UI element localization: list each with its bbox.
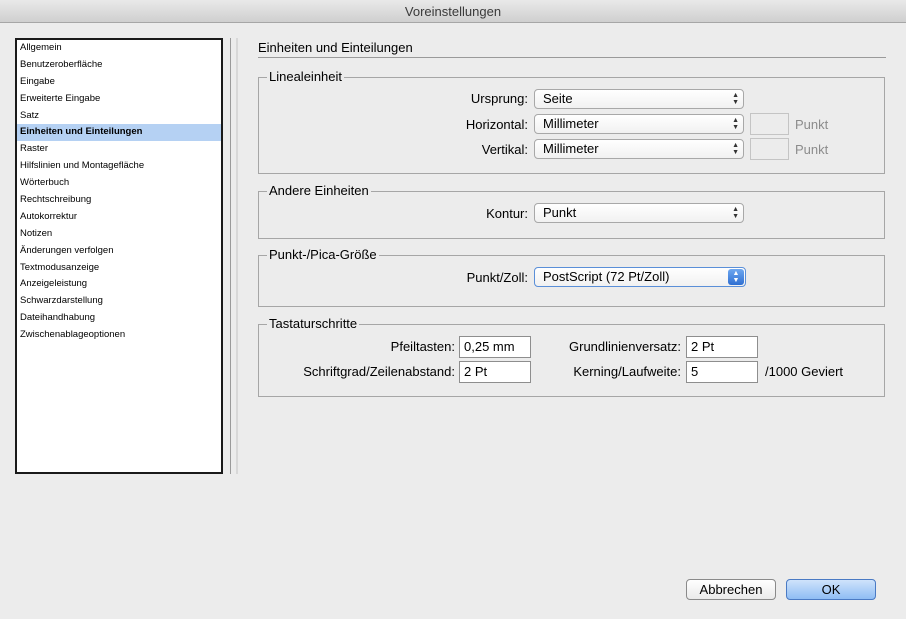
sidebar-item-schwarzdarstellung[interactable]: Schwarzdarstellung — [17, 293, 221, 310]
sidebar-item-hilfslinien[interactable]: Hilfslinien und Montagefläche — [17, 158, 221, 175]
kerning-label: Kerning/Laufweite: — [573, 364, 681, 379]
sidebar-item-raster[interactable]: Raster — [17, 141, 221, 158]
horizontal-select-value: Millimeter — [543, 116, 599, 131]
ursprung-label: Ursprung: — [470, 91, 528, 106]
page-title: Einheiten und Einteilungen — [258, 40, 413, 55]
andere-einheiten-legend: Andere Einheiten — [267, 183, 371, 199]
sidebar-item-satz[interactable]: Satz — [17, 108, 221, 125]
pfeiltasten-field[interactable]: 0,25 mm — [459, 336, 531, 358]
horizontal-label: Horizontal: — [465, 117, 528, 132]
ursprung-select[interactable]: Seite ▲ ▼ — [534, 89, 744, 109]
horizontal-unit-label: Punkt — [795, 117, 829, 132]
sidebar-item-textmodusanzeige[interactable]: Textmodusanzeige — [17, 260, 221, 277]
punkt-zoll-select-value: PostScript (72 Pt/Zoll) — [543, 269, 670, 284]
punkt-zoll-select[interactable]: PostScript (72 Pt/Zoll) ▲ ▼ — [534, 267, 746, 287]
updown-arrows-icon: ▲ ▼ — [728, 269, 744, 285]
vertikal-points-field — [750, 138, 789, 160]
sidebar-item-dateihandhabung[interactable]: Dateihandhabung — [17, 310, 221, 327]
grundlinienversatz-field[interactable]: 2 Pt — [686, 336, 758, 358]
sidebar-item-eingabe[interactable]: Eingabe — [17, 74, 221, 91]
vertikal-unit-label: Punkt — [795, 142, 829, 157]
sidebar-item-autokorrektur[interactable]: Autokorrektur — [17, 209, 221, 226]
linealeinheit-legend: Linealeinheit — [267, 69, 345, 85]
sidebar-item-notizen[interactable]: Notizen — [17, 226, 221, 243]
punkt-pica-legend: Punkt-/Pica-Größe — [267, 247, 379, 263]
ok-button[interactable]: OK — [786, 579, 876, 600]
title-divider — [258, 57, 886, 58]
sidebar-item-zwischenablage[interactable]: Zwischenablageoptionen — [17, 327, 221, 344]
updown-arrows-icon: ▲ ▼ — [732, 117, 739, 131]
tastaturschritte-group: Tastaturschritte — [258, 316, 885, 397]
window-title: Voreinstellungen — [0, 0, 906, 23]
horizontal-select[interactable]: Millimeter ▲ ▼ — [534, 114, 744, 134]
sidebar-item-anzeigeleistung[interactable]: Anzeigeleistung — [17, 276, 221, 293]
pfeiltasten-label: Pfeiltasten: — [390, 339, 455, 354]
updown-arrows-icon: ▲ ▼ — [732, 92, 739, 106]
vertikal-select-value: Millimeter — [543, 141, 599, 156]
updown-arrows-icon: ▲ ▼ — [732, 206, 739, 220]
tastaturschritte-legend: Tastaturschritte — [267, 316, 360, 332]
kontur-select-value: Punkt — [543, 205, 577, 220]
vertikal-label: Vertikal: — [481, 142, 528, 157]
sidebar-item-woerterbuch[interactable]: Wörterbuch — [17, 175, 221, 192]
kerning-field[interactable]: 5 — [686, 361, 758, 383]
ursprung-select-value: Seite — [543, 91, 573, 106]
sidebar-item-einheiten[interactable]: Einheiten und Einteilungen — [17, 124, 221, 142]
sidebar-item-allgemein[interactable]: Allgemein — [17, 40, 221, 57]
split-view-divider[interactable] — [230, 38, 238, 474]
sidebar-item-benutzeroberflaeche[interactable]: Benutzeroberfläche — [17, 57, 221, 74]
sidebar-item-rechtschreibung[interactable]: Rechtschreibung — [17, 192, 221, 209]
sidebar-item-aenderungen[interactable]: Änderungen verfolgen — [17, 243, 221, 260]
grundlinienversatz-label: Grundlinienversatz: — [569, 339, 681, 354]
vertikal-select[interactable]: Millimeter ▲ ▼ — [534, 139, 744, 159]
punkt-zoll-label: Punkt/Zoll: — [466, 270, 528, 285]
horizontal-points-field — [750, 113, 789, 135]
preferences-category-list[interactable]: Allgemein Benutzeroberfläche Eingabe Erw… — [15, 38, 223, 474]
updown-arrows-icon: ▲ ▼ — [732, 142, 739, 156]
sidebar-item-erweiterte-eingabe[interactable]: Erweiterte Eingabe — [17, 91, 221, 108]
kontur-label: Kontur: — [486, 206, 528, 221]
cancel-button[interactable]: Abbrechen — [686, 579, 776, 600]
kerning-unit-label: /1000 Geviert — [765, 364, 844, 379]
schriftgrad-label: Schriftgrad/Zeilenabstand: — [303, 364, 455, 379]
schriftgrad-field[interactable]: 2 Pt — [459, 361, 531, 383]
kontur-select[interactable]: Punkt ▲ ▼ — [534, 203, 744, 223]
